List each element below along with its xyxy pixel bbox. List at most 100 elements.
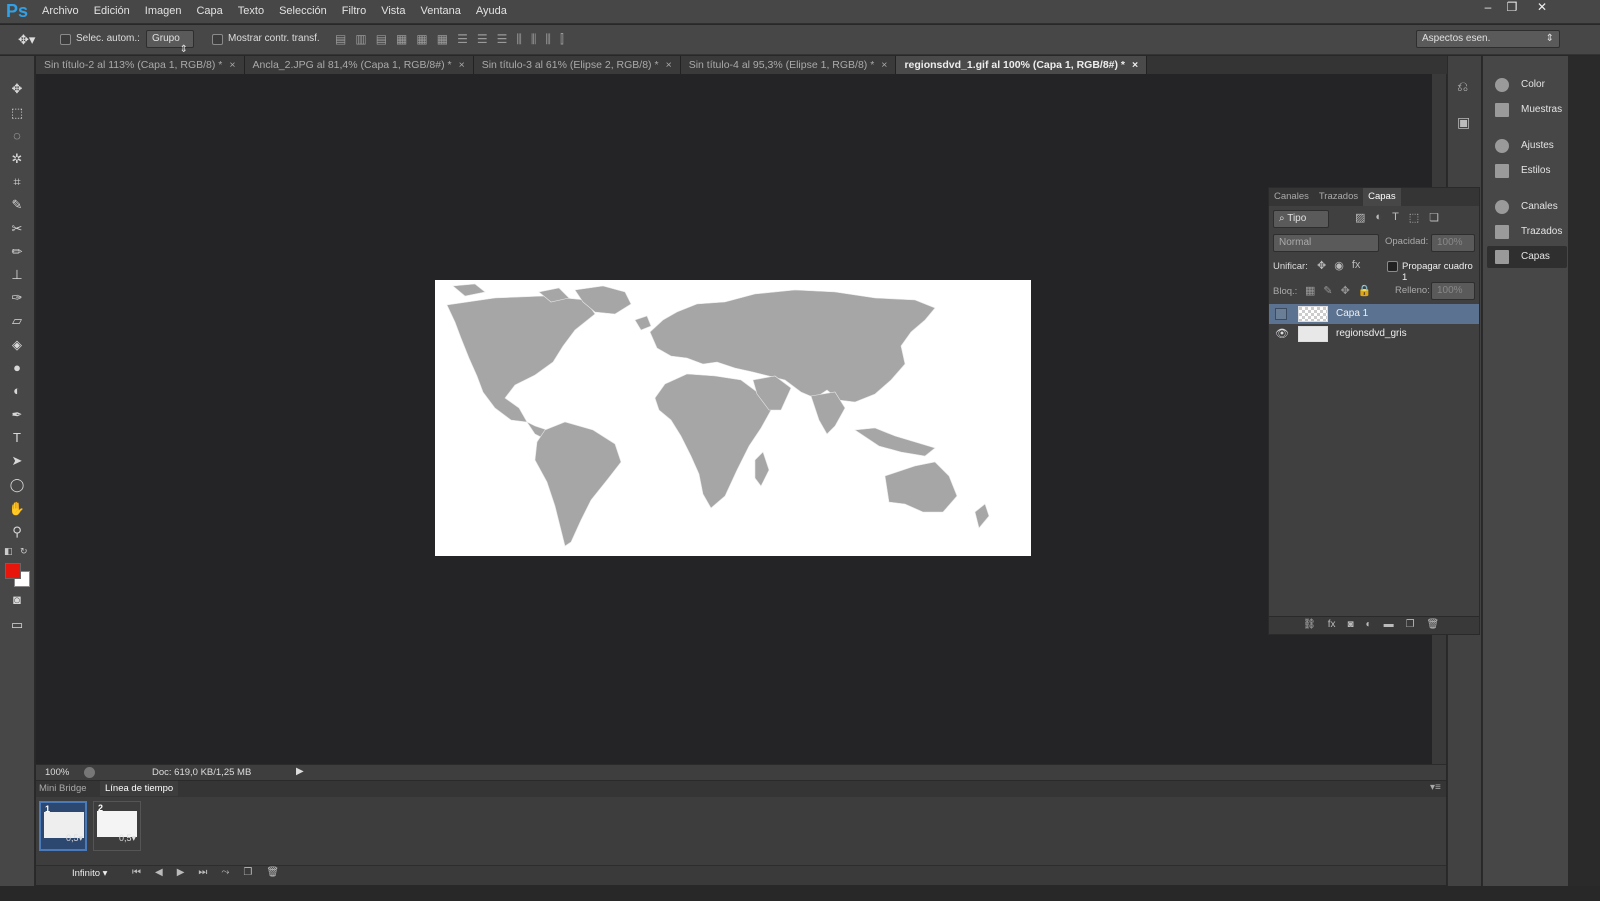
menu-seleccion[interactable]: Selección [279,5,327,17]
distribute-top-icon[interactable]: ☰ [457,32,468,48]
type-filter-icon[interactable]: T [1392,211,1399,224]
foreground-color-swatch[interactable] [5,563,21,579]
path-select-tool-icon[interactable]: ➤ [8,452,26,470]
tab-document-4[interactable]: Sin título-4 al 95,3% (Elipse 1, RGB/8) … [680,56,897,74]
workspace-dropdown[interactable]: Aspectos esen. ⇕ [1416,30,1560,48]
dock-styles[interactable]: Estilos [1487,160,1567,182]
ellipse-tool-icon[interactable]: ◯ [8,476,26,494]
distribute-hcenter-icon[interactable]: ⫼ [531,32,537,48]
default-colors-icon[interactable]: ◧ [4,546,13,557]
brush-tool-icon[interactable]: ✏ [8,243,26,261]
close-tab-icon[interactable]: × [229,59,235,71]
opacity-field[interactable]: 100% [1431,234,1475,252]
show-transform-checkbox[interactable] [212,34,223,45]
tab-document-5[interactable]: regionsdvd_1.gif al 100% (Capa 1, RGB/8#… [896,56,1148,74]
move-tool-icon[interactable]: ✥ [8,80,26,98]
close-tab-icon[interactable]: × [459,59,465,71]
new-group-icon[interactable]: ▬ [1384,619,1394,630]
unify-visibility-icon[interactable]: ◉ [1334,259,1344,272]
auto-select-checkbox[interactable] [60,34,71,45]
restore-button[interactable]: ❐ [1500,0,1524,16]
previous-frame-icon[interactable]: ◀ [155,867,163,878]
auto-align-icon[interactable]: ⫿ [560,32,564,48]
adjustment-filter-icon[interactable]: ◐ [1375,211,1382,224]
menu-capa[interactable]: Capa [196,5,222,17]
panel-menu-icon[interactable]: ▾≡ [1430,782,1441,793]
hand-tool-icon[interactable]: ✋ [8,500,26,518]
distribute-right-icon[interactable]: ⫼ [545,32,551,48]
lock-transparency-icon[interactable]: ▦ [1305,284,1315,297]
dock-color[interactable]: Color [1487,74,1567,96]
first-frame-icon[interactable]: ⏮ [132,867,141,878]
pen-tool-icon[interactable]: ✒ [8,406,26,424]
menu-vista[interactable]: Vista [381,5,405,17]
delete-frame-icon[interactable]: 🗑 [266,867,279,878]
play-icon[interactable]: ▶ [177,867,185,878]
layer-style-icon[interactable]: fx [1328,619,1336,630]
status-menu-arrow-icon[interactable]: ▶ [296,766,304,777]
document-canvas[interactable] [435,280,1031,556]
close-tab-icon[interactable]: × [1132,59,1138,71]
tween-icon[interactable]: ⤳ [221,867,229,878]
align-right-icon[interactable]: ▦ [437,32,448,48]
paint-bucket-tool-icon[interactable]: ◈ [8,336,26,354]
zoom-level[interactable]: 100% [45,767,69,778]
menu-texto[interactable]: Texto [238,5,264,17]
move-tool-preset-icon[interactable]: ✥▾ [18,32,35,48]
new-layer-icon[interactable]: ❐ [1406,619,1415,630]
menu-ventana[interactable]: Ventana [420,5,460,17]
propagate-checkbox[interactable] [1387,261,1398,272]
layer-mask-icon[interactable]: ◙ [1347,619,1353,630]
tab-document-3[interactable]: Sin título-3 al 61% (Elipse 2, RGB/8) * × [473,56,681,74]
screen-mode-icon[interactable]: ▭ [8,616,26,634]
menu-edicion[interactable]: Edición [94,5,130,17]
align-vcenter-icon[interactable]: ▥ [355,32,366,48]
unify-position-icon[interactable]: ✥ [1317,259,1326,272]
lock-all-icon[interactable]: 🔒 [1358,284,1372,297]
swap-colors-icon[interactable]: ↻ [20,546,28,557]
menu-imagen[interactable]: Imagen [145,5,182,17]
healing-tool-icon[interactable]: ✂ [8,220,26,238]
history-panel-icon[interactable]: ⎌ [1457,78,1468,95]
zoom-tool-icon[interactable]: ⚲ [8,523,26,541]
tab-channels[interactable]: Canales [1269,188,1314,206]
menu-archivo[interactable]: Archivo [42,5,79,17]
layer-visibility-toggle[interactable] [1275,308,1287,320]
align-top-icon[interactable]: ▤ [335,32,346,48]
tab-mini-bridge[interactable]: Mini Bridge [39,783,87,794]
history-brush-tool-icon[interactable]: ✑ [8,289,26,307]
close-window-button[interactable]: ✕ [1530,0,1554,16]
align-bottom-icon[interactable]: ▤ [376,32,387,48]
blur-tool-icon[interactable]: ● [8,359,26,377]
dodge-tool-icon[interactable]: ◐ [8,382,26,400]
lock-pixels-icon[interactable]: ✎ [1323,284,1332,297]
frame-delay[interactable]: 0,5▾ [66,833,83,844]
distribute-bottom-icon[interactable]: ☰ [497,32,508,48]
quick-mask-icon[interactable]: ◙ [8,591,26,609]
menu-filtro[interactable]: Filtro [342,5,366,17]
auto-select-dropdown[interactable]: Grupo ⇕ [146,30,194,55]
loop-dropdown[interactable]: Infinito ▾ [72,868,124,882]
dock-layers[interactable]: Capas [1487,246,1567,268]
tab-timeline[interactable]: Línea de tiempo [100,781,179,796]
layer-row-capa-1[interactable]: Capa 1 [1269,304,1479,324]
next-frame-icon[interactable]: ⏭ [198,867,207,878]
new-adjustment-icon[interactable]: ◐ [1366,619,1372,630]
magic-wand-tool-icon[interactable]: ✲ [8,150,26,168]
menu-ayuda[interactable]: Ayuda [476,5,507,17]
stamp-tool-icon[interactable]: ⊥ [8,266,26,284]
lock-position-icon[interactable]: ✥ [1341,284,1350,297]
type-tool-icon[interactable]: T [8,429,26,447]
align-hcenter-icon[interactable]: ▦ [416,32,427,48]
close-tab-icon[interactable]: × [666,59,672,71]
dock-adjustments[interactable]: Ajustes [1487,135,1567,157]
crop-tool-icon[interactable]: ⌗ [8,173,26,191]
status-info-icon[interactable] [84,767,95,778]
lasso-tool-icon[interactable]: ◌ [8,127,26,145]
tab-document-2[interactable]: Ancla_2.JPG al 81,4% (Capa 1, RGB/8#) * × [244,56,474,74]
layer-row-regionsdvd-gris[interactable]: 👁 regionsdvd_gris [1269,324,1479,344]
tab-layers[interactable]: Capas [1363,188,1401,206]
layer-filter-dropdown[interactable]: ⌕ Tipo [1273,210,1329,228]
distribute-vcenter-icon[interactable]: ☰ [477,32,488,48]
marquee-tool-icon[interactable]: ⬚ [8,104,26,122]
